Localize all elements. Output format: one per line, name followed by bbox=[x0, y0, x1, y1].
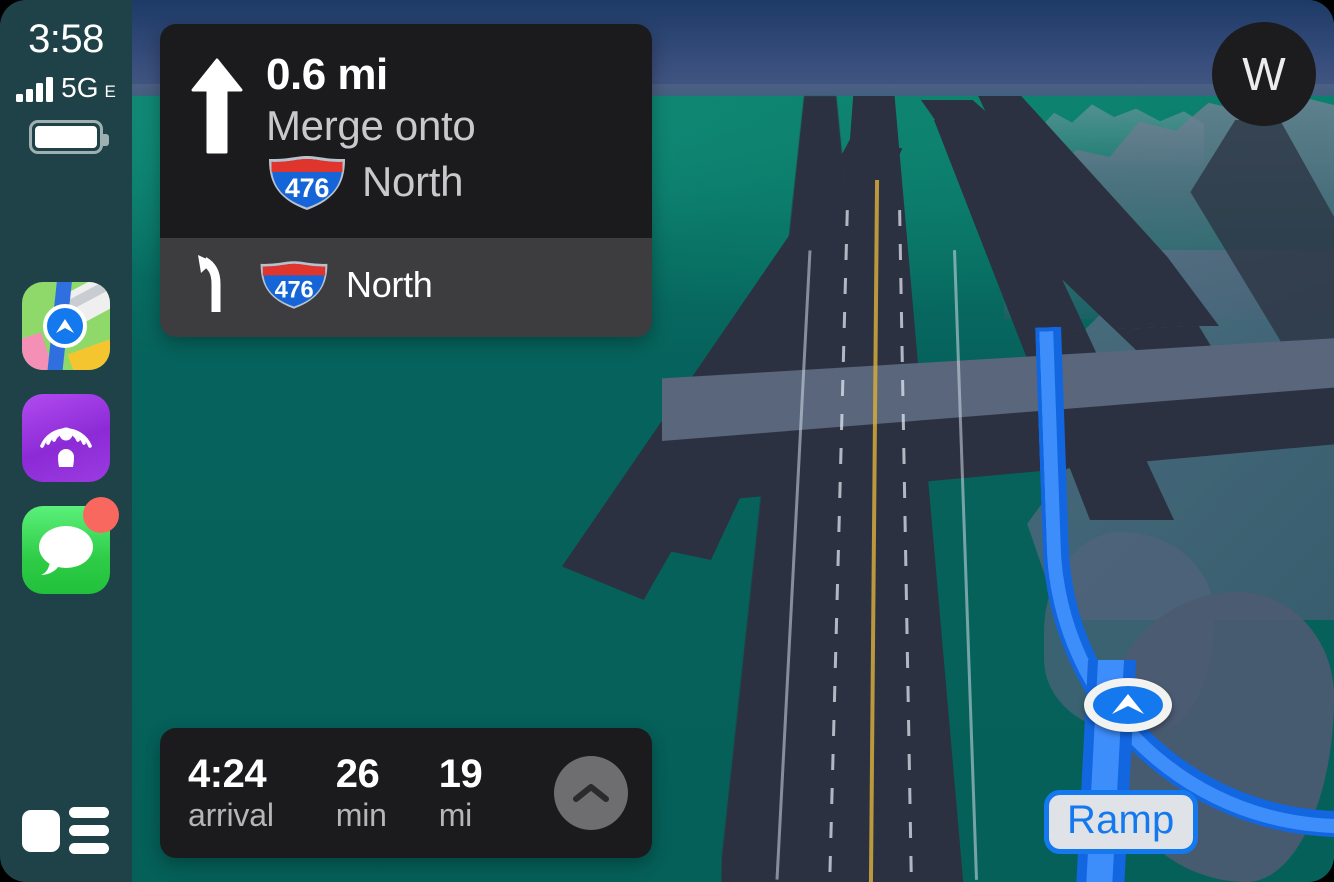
sidebar-app-maps[interactable] bbox=[22, 282, 110, 370]
eta-duration-label: min bbox=[335, 797, 387, 834]
navigation-instruction: Merge onto bbox=[266, 102, 476, 150]
eta-duration: 26 min bbox=[336, 751, 387, 835]
app-list bbox=[0, 282, 132, 594]
interstate-shield-icon-secondary: 476 bbox=[258, 259, 330, 311]
compass-heading-label: W bbox=[1242, 48, 1286, 100]
navigation-primary-text: 0.6 mi Merge onto 476 North bbox=[266, 50, 476, 212]
eta-bar[interactable]: 4:24 arrival 26 min 19 mi bbox=[160, 728, 652, 858]
chevron-up-icon bbox=[573, 784, 609, 802]
eta-distance: 19 mi bbox=[439, 751, 483, 835]
navigation-secondary-direction: North bbox=[346, 264, 433, 306]
signal-bars-icon bbox=[16, 77, 54, 102]
status-signal-group: 5G E bbox=[16, 74, 116, 102]
arrow-slight-left-icon bbox=[190, 252, 232, 319]
eta-duration-value: 26 bbox=[335, 751, 380, 796]
vehicle-position-marker bbox=[1084, 678, 1172, 732]
status-clock: 3:58 bbox=[28, 17, 104, 61]
eta-arrival-value: 4:24 bbox=[188, 751, 267, 796]
eta-expand-button[interactable] bbox=[554, 756, 628, 830]
maps-icon bbox=[22, 282, 110, 370]
compass-button[interactable]: W bbox=[1212, 22, 1316, 126]
navigation-primary-instruction[interactable]: 0.6 mi Merge onto 476 North bbox=[160, 24, 652, 238]
eta-distance-value: 19 bbox=[438, 751, 483, 796]
navigation-direction: North bbox=[362, 158, 464, 206]
dashboard-button[interactable] bbox=[22, 807, 109, 854]
navigation-road-line: 476 North bbox=[266, 154, 475, 212]
sidebar-app-podcasts[interactable] bbox=[22, 394, 110, 482]
svg-text:476: 476 bbox=[275, 277, 314, 303]
status-bar: 3:58 5G E bbox=[0, 0, 132, 154]
carplay-screen: Ramp W 3:58 5G E 0.6 mi Merge onto 476 N… bbox=[0, 0, 1334, 882]
eta-distance-label: mi bbox=[438, 797, 473, 834]
battery-icon bbox=[29, 120, 109, 154]
navigation-secondary-instruction[interactable]: 476 North bbox=[160, 237, 652, 337]
notification-badge bbox=[83, 497, 119, 533]
navigation-distance: 0.6 mi bbox=[266, 50, 388, 99]
svg-text:476: 476 bbox=[285, 173, 329, 203]
arrow-straight-icon bbox=[190, 50, 244, 159]
sidebar: 3:58 5G E bbox=[0, 0, 132, 882]
dashboard-grid-icon bbox=[22, 809, 60, 852]
network-suffix-label: E bbox=[104, 82, 116, 101]
dashboard-list-icon bbox=[69, 807, 109, 854]
sidebar-app-messages[interactable] bbox=[22, 497, 119, 594]
network-type-label: 5G bbox=[61, 72, 99, 103]
interstate-shield-icon: 476 bbox=[266, 154, 348, 212]
navigation-banner[interactable]: 0.6 mi Merge onto 476 North 476 North bbox=[160, 24, 652, 337]
podcasts-icon bbox=[22, 394, 110, 482]
road-label-ramp[interactable]: Ramp bbox=[1044, 790, 1198, 854]
eta-arrival-label: arrival bbox=[188, 797, 274, 834]
eta-arrival: 4:24 arrival bbox=[188, 751, 274, 835]
navigation-secondary-text: 476 North bbox=[258, 259, 433, 311]
navigation-arrow-icon bbox=[1093, 686, 1163, 724]
